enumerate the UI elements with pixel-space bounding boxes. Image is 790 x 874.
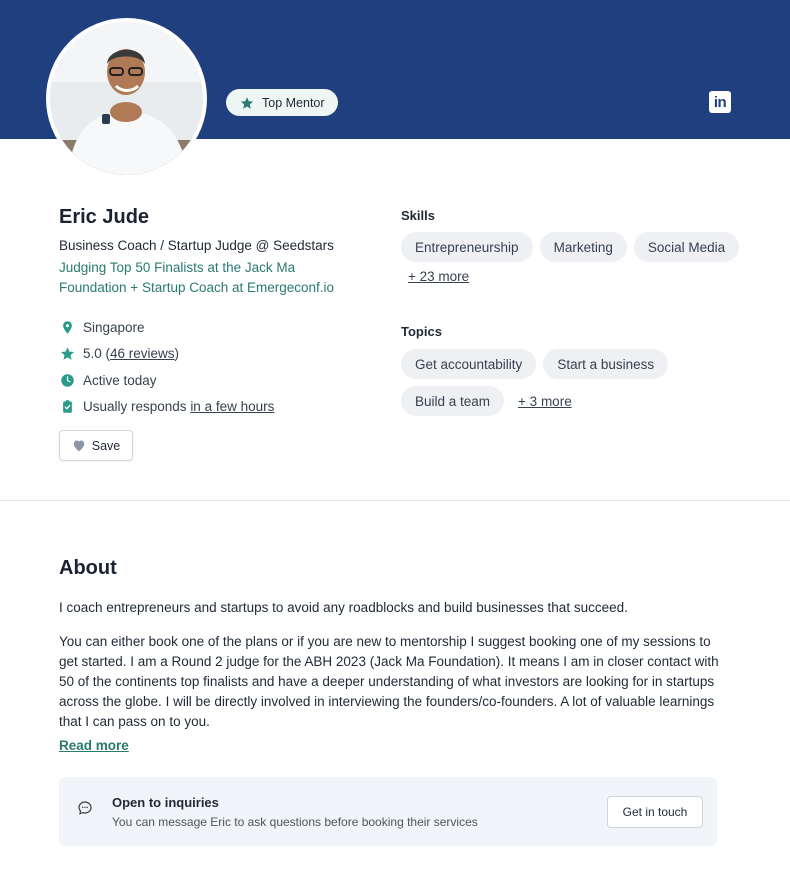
topic-chip[interactable]: Start a business [543, 349, 669, 379]
star-icon [59, 345, 76, 362]
topics-heading: Topics [401, 324, 442, 339]
section-divider [0, 500, 790, 501]
about-heading: About [59, 557, 117, 579]
responds-prefix: Usually responds [83, 399, 191, 415]
fact-location: Singapore [59, 314, 274, 341]
star-icon [240, 96, 254, 109]
linkedin-icon[interactable]: in [709, 91, 731, 113]
topic-chip[interactable]: Build a team [401, 386, 505, 416]
skill-chip[interactable]: Entrepreneurship [401, 232, 533, 262]
profile-tagline: Judging Top 50 Finalists at the Jack Ma … [59, 260, 335, 295]
about-paragraph: I coach entrepreneurs and startups to av… [59, 600, 628, 615]
inquiry-panel: Open to inquiries You can message Eric t… [59, 777, 717, 846]
badge-label: Top Mentor [262, 95, 325, 110]
heart-icon [73, 440, 84, 452]
reviews-link[interactable]: 46 reviews [110, 346, 175, 361]
skills-more-link[interactable]: + 23 more [408, 269, 469, 284]
skills-heading: Skills [401, 208, 435, 223]
location-pin-icon [59, 319, 76, 336]
fact-rating: 5.0 (46 reviews) [59, 341, 274, 368]
save-button[interactable]: Save [59, 430, 133, 461]
topic-chip[interactable]: Get accountability [401, 349, 537, 379]
about-paragraph: You can either book one of the plans or … [59, 634, 719, 729]
profile-facts: Singapore 5.0 (46 reviews) Active today … [59, 314, 274, 420]
skill-chip[interactable]: Marketing [539, 232, 627, 262]
rating-close: ) [174, 346, 180, 362]
save-label: Save [91, 438, 121, 453]
avatar [46, 18, 207, 179]
inquiry-title: Open to inquiries [112, 795, 219, 810]
location-text: Singapore [83, 319, 145, 335]
skills-list: Entrepreneurship Marketing Social Media … [401, 232, 741, 284]
read-more-link[interactable]: Read more [59, 738, 129, 753]
inquiry-subtitle: You can message Eric to ask questions be… [112, 815, 478, 829]
skill-chip[interactable]: Social Media [633, 232, 740, 262]
response-time-link[interactable]: in a few hours [190, 399, 274, 414]
top-mentor-badge: Top Mentor [226, 89, 338, 116]
fact-response-time: Usually responds in a few hours [59, 394, 274, 421]
chat-bubble-icon [78, 801, 92, 815]
topics-list: Get accountability Start a business Buil… [401, 349, 741, 416]
get-in-touch-button[interactable]: Get in touch [607, 796, 703, 828]
topics-more-link[interactable]: + 3 more [518, 394, 572, 409]
clipboard-check-icon [59, 398, 76, 415]
fact-activity: Active today [59, 367, 274, 394]
profile-name: Eric Jude [59, 206, 150, 228]
rating-value: 5.0 ( [83, 346, 111, 362]
activity-text: Active today [83, 372, 157, 388]
clock-icon [59, 372, 76, 389]
profile-headline: Business Coach / Startup Judge @ Seedsta… [59, 238, 334, 253]
